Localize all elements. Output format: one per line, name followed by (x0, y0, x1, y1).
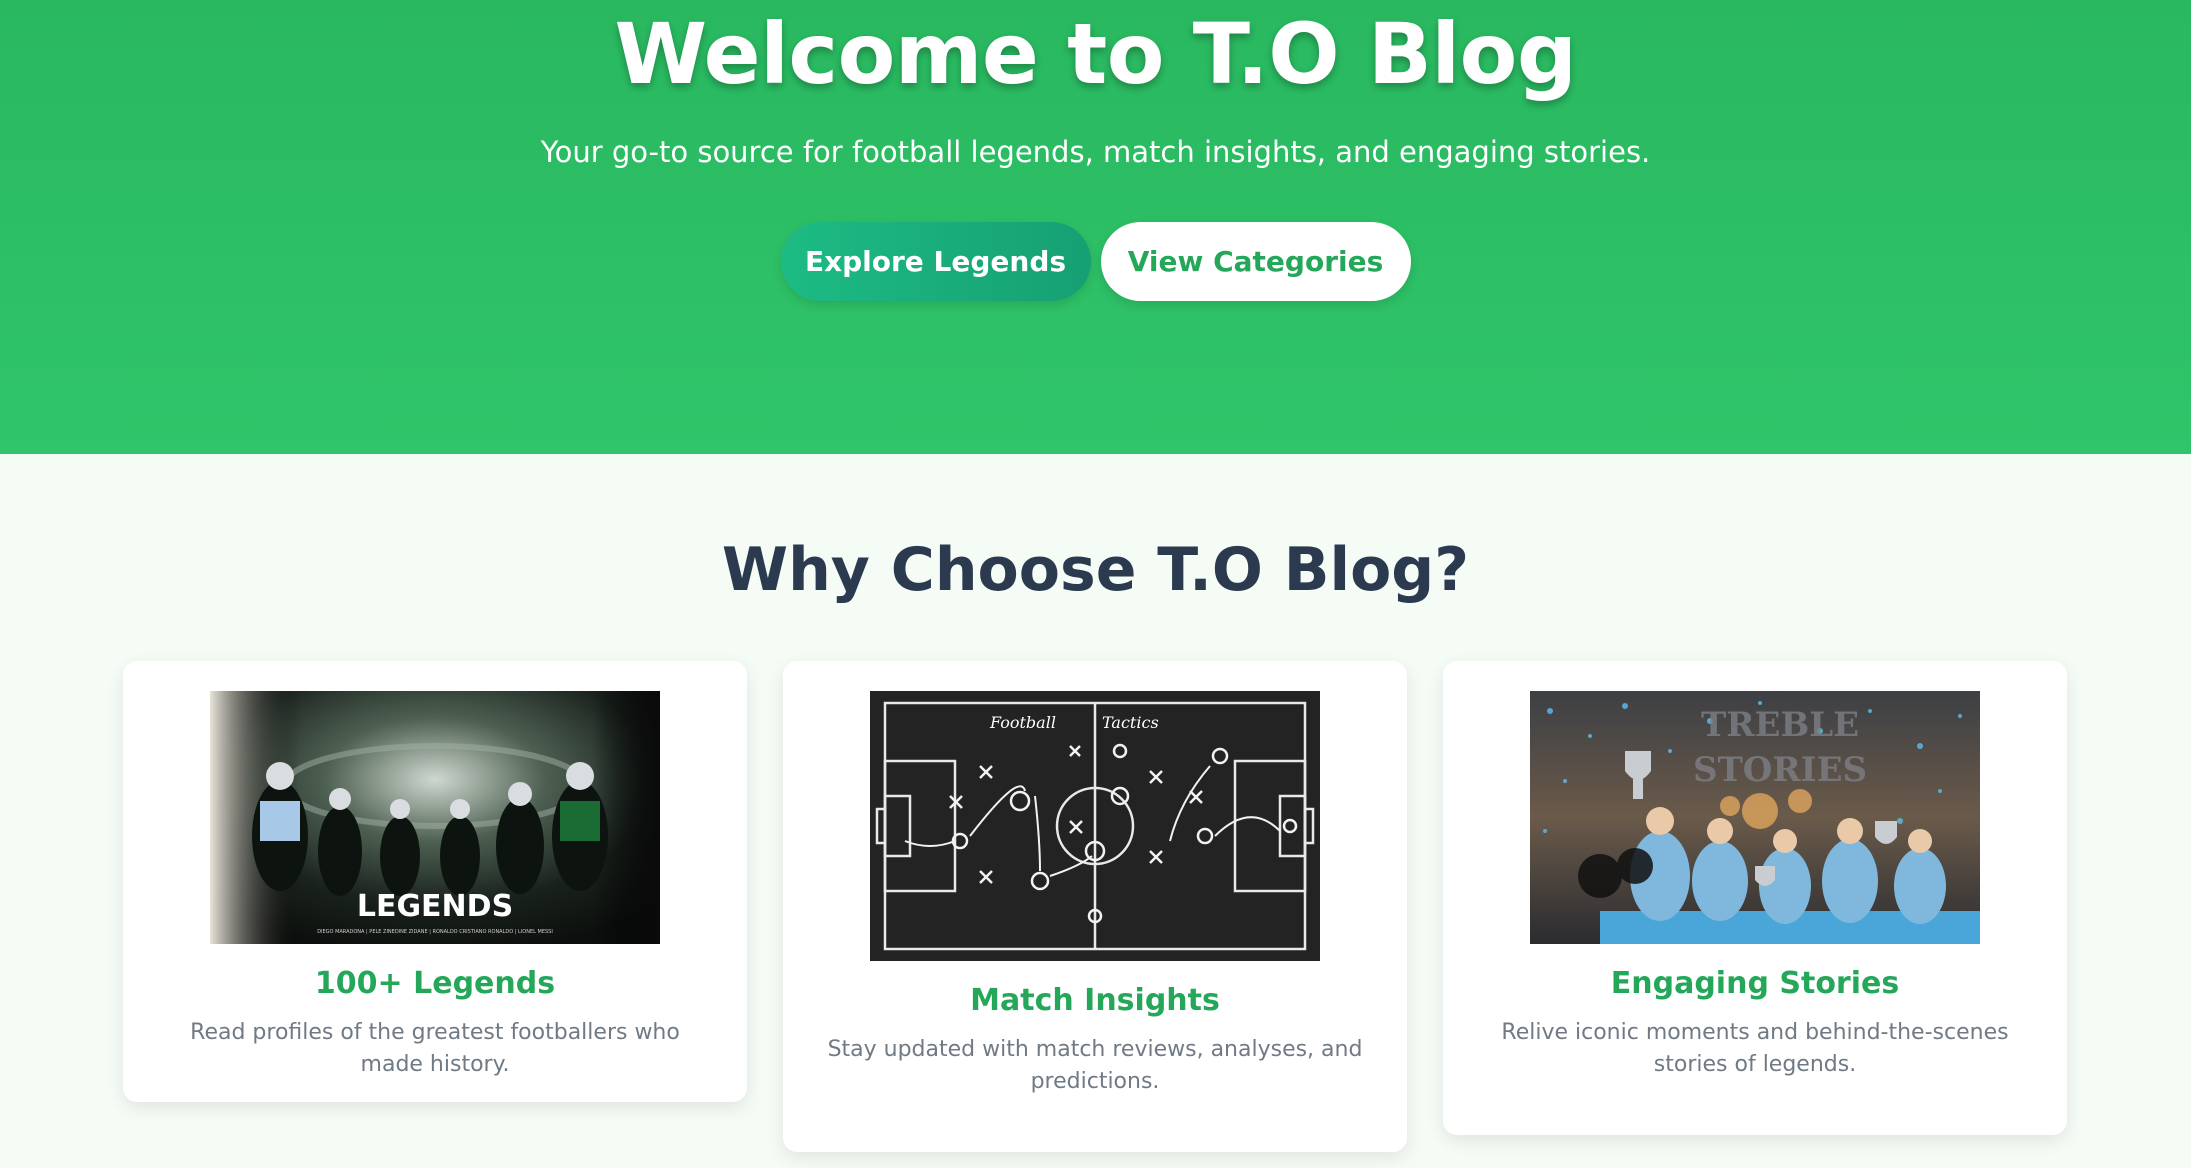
tactics-image-text-left: Football (989, 713, 1056, 732)
feature-card-engaging-stories: TREBLE STORIES Engaging Stories Relive i… (1443, 661, 2067, 1135)
treble-stories-image: TREBLE STORIES (1530, 691, 1980, 944)
card-desc-legends: Read profiles of the greatest footballer… (190, 1020, 680, 1077)
card-desc-match-insights: Stay updated with match reviews, analyse… (827, 1037, 1363, 1094)
tactics-image-text-right: Tactics (1102, 713, 1159, 732)
card-desc-engaging-stories: Relive iconic moments and behind-the-sce… (1501, 1020, 2009, 1077)
explore-legends-button[interactable]: Explore Legends (780, 222, 1091, 301)
treble-image-text-2: STORIES (1693, 750, 1867, 790)
hero-title: Welcome to T.O Blog (614, 5, 1577, 103)
legends-image-text: LEGENDS (357, 889, 513, 924)
legends-image: LEGENDS DIEGO MARADONA | PELE ZINEDINE Z… (210, 691, 660, 944)
feature-card-legends: LEGENDS DIEGO MARADONA | PELE ZINEDINE Z… (123, 661, 747, 1102)
card-title-legends: 100+ Legends (314, 966, 556, 1001)
features-heading: Why Choose T.O Blog? (721, 535, 1470, 605)
feature-card-match-insights: Football Tactics Match Insights Stay upd… (783, 661, 1407, 1152)
card-title-engaging-stories: Engaging Stories (1610, 966, 1900, 1001)
tactics-board-image: Football Tactics (870, 691, 1320, 961)
legends-image-caption: DIEGO MARADONA | PELE ZINEDINE ZIDANE | … (317, 929, 553, 935)
hero-buttons: Explore Legends View Categories (0, 222, 2191, 301)
view-categories-button[interactable]: View Categories (1100, 222, 1411, 301)
card-title-match-insights: Match Insights (970, 983, 1220, 1018)
treble-image-text-1: TREBLE (1701, 705, 1859, 745)
hero-section: Welcome to T.O Blog Your go-to source fo… (0, 0, 2191, 454)
hero-subtitle: Your go-to source for football legends, … (540, 135, 1651, 169)
